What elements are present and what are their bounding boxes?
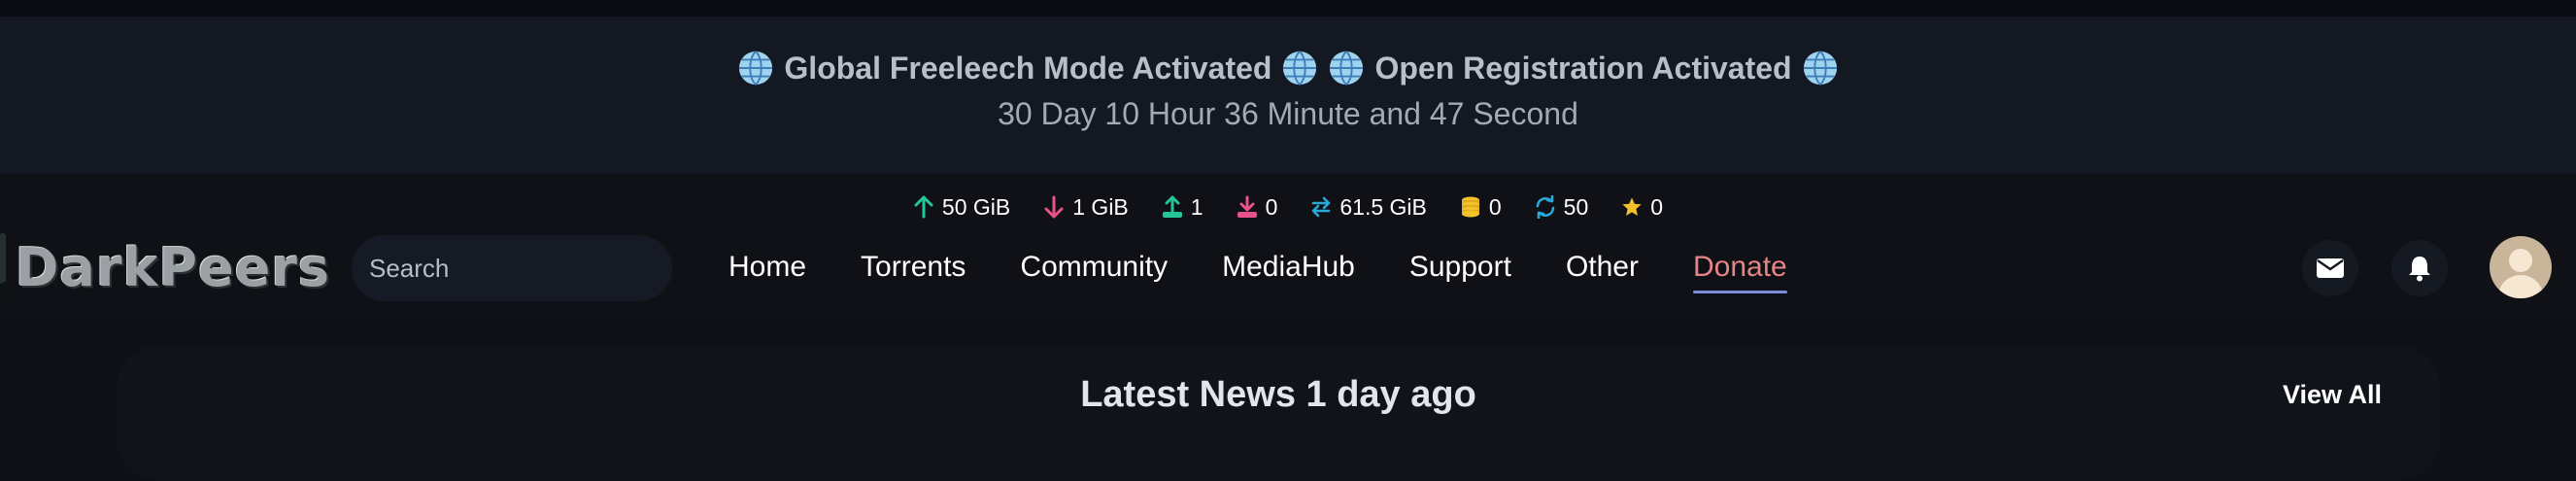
globe-icon — [1283, 51, 1317, 86]
logo-text: DarkPeers — [15, 236, 330, 298]
announcement-banner: Global Freeleech Mode Activated Open Reg… — [0, 17, 2576, 174]
nav-support[interactable]: Support — [1409, 245, 1511, 290]
globe-icon — [1330, 51, 1364, 86]
active-value: 50 — [1563, 193, 1589, 220]
stat-bonus[interactable]: 0 — [1460, 194, 1502, 221]
upload-tray-icon — [1162, 195, 1182, 218]
view-all-link[interactable]: View All — [2283, 380, 2382, 410]
arrow-up-icon — [914, 195, 933, 219]
stat-freeleech-tokens[interactable]: 0 — [1621, 194, 1663, 221]
latest-news-card: Latest News 1 day ago View All — [117, 345, 2440, 481]
stat-active[interactable]: 50 — [1535, 193, 1589, 221]
coins-icon — [1461, 196, 1479, 218]
envelope-icon — [2317, 258, 2344, 278]
site-logo[interactable]: DarkPeers — [0, 230, 330, 304]
globe-icon — [739, 51, 773, 86]
refresh-icon — [1536, 195, 1554, 219]
announcement-line: Global Freeleech Mode Activated Open Reg… — [0, 50, 2576, 86]
globe-icon — [1803, 51, 1837, 86]
news-title[interactable]: Latest News 1 day ago — [117, 374, 2440, 416]
top-strip — [0, 0, 2576, 17]
stat-leeching[interactable]: 0 — [1237, 193, 1278, 221]
stat-buffer[interactable]: 61.5 GiB — [1310, 194, 1427, 221]
star-icon — [1622, 197, 1642, 216]
leeching-value: 0 — [1265, 193, 1278, 220]
messages-button[interactable] — [2302, 240, 2358, 296]
nav-mediahub[interactable]: MediaHub — [1222, 245, 1355, 290]
raven-logo-icon — [0, 233, 6, 301]
upload-value: 50 GiB — [941, 193, 1011, 220]
nav-torrents[interactable]: Torrents — [861, 245, 966, 290]
registration-text: Open Registration Activated — [1374, 50, 1792, 86]
stat-seeding[interactable]: 1 — [1162, 194, 1203, 221]
download-tray-icon — [1237, 195, 1257, 218]
stat-upload[interactable]: 50 GiB — [913, 194, 1010, 221]
top-navbar: 50 GiB 1 GiB 1 0 61.5 GiB 0 50 0 DarkPee… — [0, 174, 2576, 315]
countdown-text: 30 Day 10 Hour 36 Minute and 47 Second — [998, 96, 1578, 131]
nav-other[interactable]: Other — [1566, 245, 1639, 290]
search-input[interactable] — [352, 235, 672, 301]
bonus-value: 0 — [1488, 193, 1502, 220]
tokens-value: 0 — [1650, 193, 1664, 220]
arrow-down-icon — [1044, 195, 1064, 219]
stat-download[interactable]: 1 GiB — [1043, 194, 1129, 221]
main-nav: Home Torrents Community MediaHub Support… — [729, 236, 1787, 298]
notifications-button[interactable] — [2391, 240, 2448, 296]
exchange-icon — [1312, 196, 1331, 218]
nav-donate[interactable]: Donate — [1692, 245, 1787, 293]
nav-community[interactable]: Community — [1020, 245, 1168, 290]
freeleech-text: Global Freeleech Mode Activated — [784, 50, 1272, 86]
user-stats: 50 GiB 1 GiB 1 0 61.5 GiB 0 50 0 — [0, 184, 2576, 230]
download-value: 1 GiB — [1072, 193, 1129, 220]
bell-icon — [2409, 257, 2430, 282]
nav-home[interactable]: Home — [729, 245, 806, 290]
seeding-value: 1 — [1190, 193, 1203, 220]
buffer-value: 61.5 GiB — [1339, 193, 1427, 220]
avatar[interactable] — [2490, 236, 2552, 298]
